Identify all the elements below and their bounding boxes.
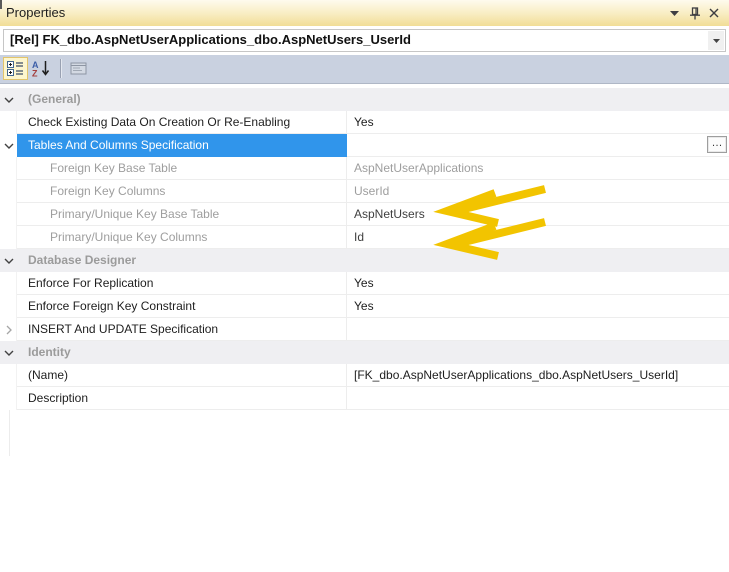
property-value[interactable]: [FK_dbo.AspNetUserApplications_dbo.AspNe… — [347, 364, 729, 387]
svg-text:Z: Z — [32, 69, 38, 78]
property-value[interactable]: Yes — [347, 295, 729, 318]
collapse-toggle[interactable] — [0, 249, 17, 272]
window-position-icon[interactable] — [667, 0, 681, 26]
property-label: Foreign Key Base Table — [17, 157, 347, 180]
category-row-general[interactable]: (General) — [0, 88, 729, 111]
chevron-down-icon — [4, 350, 14, 356]
property-value[interactable] — [347, 387, 729, 410]
category-label: (General) — [17, 88, 347, 111]
chevron-down-icon — [4, 258, 14, 264]
toolbar-separator — [60, 59, 61, 78]
property-row-foreign-key-columns[interactable]: Foreign Key Columns UserId — [0, 180, 729, 203]
collapse-toggle[interactable] — [0, 88, 17, 111]
property-label: Foreign Key Columns — [17, 180, 347, 203]
property-row-primary-key-columns[interactable]: Primary/Unique Key Columns Id — [0, 226, 729, 249]
property-value[interactable]: Yes — [347, 111, 729, 134]
chevron-right-icon — [6, 325, 12, 335]
property-row-foreign-key-base-table[interactable]: Foreign Key Base Table AspNetUserApplica… — [0, 157, 729, 180]
property-pages-icon — [70, 62, 87, 75]
grid-edge-line — [9, 410, 10, 456]
property-row-name[interactable]: (Name) [FK_dbo.AspNetUserApplications_db… — [0, 364, 729, 387]
property-label: Primary/Unique Key Columns — [17, 226, 347, 249]
properties-panel: Properties [Rel] FK_dbo.AspNetUserApplic… — [0, 0, 729, 572]
chevron-down-icon — [4, 143, 14, 149]
property-label: Tables And Columns Specification — [17, 134, 347, 157]
panel-title: Properties — [6, 0, 65, 25]
categorized-icon — [7, 61, 24, 76]
collapse-toggle[interactable] — [0, 341, 17, 364]
property-label: Primary/Unique Key Base Table — [17, 203, 347, 226]
property-pages-button[interactable] — [66, 57, 91, 80]
ellipsis-button[interactable]: … — [707, 136, 727, 153]
category-row-database-designer[interactable]: Database Designer — [0, 249, 729, 272]
resize-grip — [0, 0, 2, 9]
property-label: Description — [17, 387, 347, 410]
property-row-primary-key-base-table[interactable]: Primary/Unique Key Base Table AspNetUser… — [0, 203, 729, 226]
chevron-down-icon — [4, 97, 14, 103]
chevron-down-icon — [713, 39, 720, 43]
close-icon[interactable] — [707, 0, 721, 26]
collapse-toggle[interactable] — [0, 134, 17, 157]
property-row-check-existing-data[interactable]: Check Existing Data On Creation Or Re-En… — [0, 111, 729, 134]
property-label: Enforce For Replication — [17, 272, 347, 295]
property-value: UserId — [347, 180, 729, 203]
category-label: Identity — [17, 341, 347, 364]
property-grid: (General) Check Existing Data On Creatio… — [0, 88, 729, 410]
property-label: Check Existing Data On Creation Or Re-En… — [17, 111, 347, 134]
property-row-enforce-for-replication[interactable]: Enforce For Replication Yes — [0, 272, 729, 295]
property-value: Id — [347, 226, 729, 249]
sort-alphabetical-icon: A Z — [32, 60, 51, 77]
expand-toggle[interactable] — [0, 318, 17, 341]
category-row-identity[interactable]: Identity — [0, 341, 729, 364]
property-row-tables-and-columns-selected[interactable]: Tables And Columns Specification … — [0, 134, 729, 157]
alphabetical-sort-button[interactable]: A Z — [29, 57, 54, 80]
property-row-description[interactable]: Description — [0, 387, 729, 410]
property-label: INSERT And UPDATE Specification — [17, 318, 347, 341]
panel-titlebar[interactable]: Properties — [0, 0, 729, 26]
object-selector-combobox[interactable]: [Rel] FK_dbo.AspNetUserApplications_dbo.… — [3, 29, 726, 52]
property-label: (Name) — [17, 364, 347, 387]
combobox-dropdown-button[interactable] — [708, 31, 724, 50]
selected-object-name: [Rel] FK_dbo.AspNetUserApplications_dbo.… — [10, 30, 705, 50]
property-row-insert-update-specification[interactable]: INSERT And UPDATE Specification — [0, 318, 729, 341]
property-value: AspNetUserApplications — [347, 157, 729, 180]
properties-toolbar: A Z — [0, 55, 729, 84]
property-label: Enforce Foreign Key Constraint — [17, 295, 347, 318]
property-value: AspNetUsers — [347, 203, 729, 226]
pin-icon[interactable] — [688, 0, 702, 26]
property-row-enforce-foreign-key-constraint[interactable]: Enforce Foreign Key Constraint Yes — [0, 295, 729, 318]
property-value[interactable]: Yes — [347, 272, 729, 295]
category-label: Database Designer — [17, 249, 347, 272]
categorized-button[interactable] — [3, 57, 28, 80]
